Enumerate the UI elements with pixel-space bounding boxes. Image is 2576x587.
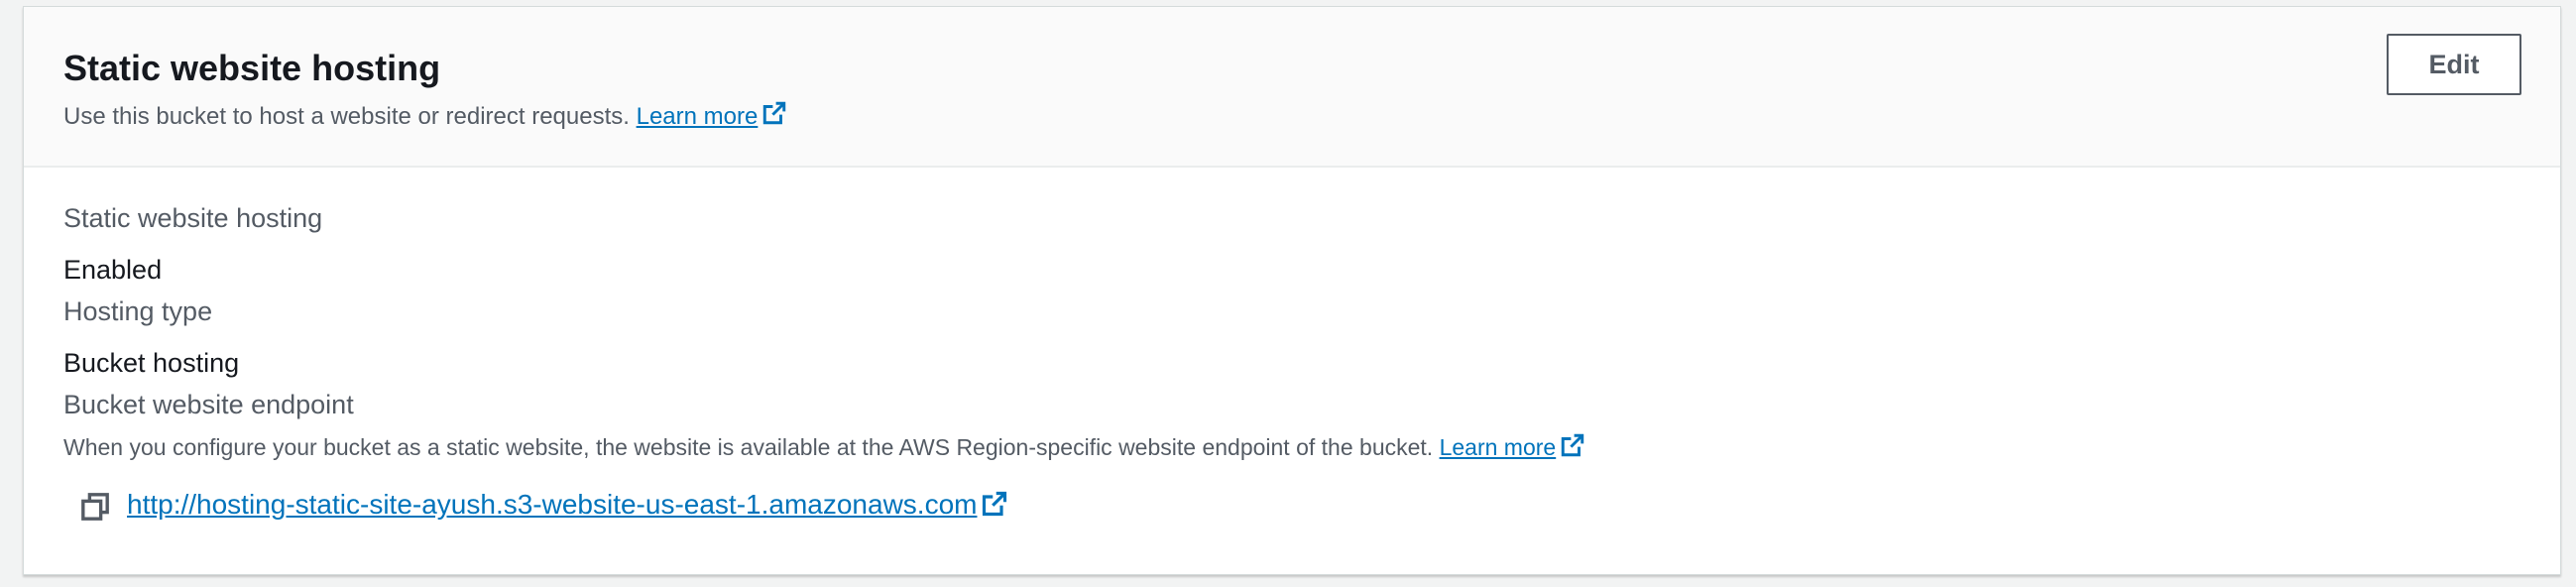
- panel-title: Static website hosting: [63, 48, 441, 88]
- learn-more-label: Learn more: [636, 102, 759, 130]
- endpoint-url: http://hosting-static-site-ayush.s3-webs…: [127, 489, 978, 521]
- hosting-type-value: Bucket hosting: [63, 348, 240, 378]
- endpoint-learn-more-label: Learn more: [1439, 434, 1557, 460]
- hosting-type-label: Hosting type: [63, 296, 213, 326]
- panel-description-text: Use this bucket to host a website or red…: [63, 102, 630, 130]
- static-website-hosting-panel: Static website hosting Use this bucket t…: [23, 6, 2561, 575]
- external-link-icon: [761, 100, 787, 135]
- endpoint-url-link[interactable]: http://hosting-static-site-ayush.s3-webs…: [127, 489, 1008, 524]
- external-link-icon: [981, 490, 1008, 525]
- hosting-label: Static website hosting: [63, 203, 323, 233]
- copy-icon[interactable]: [77, 489, 113, 525]
- edit-button[interactable]: Edit: [2387, 34, 2521, 95]
- panel-header: Static website hosting Use this bucket t…: [24, 7, 2560, 168]
- endpoint-row: http://hosting-static-site-ayush.s3-webs…: [77, 487, 1008, 527]
- external-link-icon: [1560, 432, 1585, 466]
- hosting-value: Enabled: [63, 255, 163, 285]
- endpoint-learn-more-link[interactable]: Learn more: [1439, 433, 1586, 460]
- learn-more-link[interactable]: Learn more: [636, 101, 788, 130]
- endpoint-description-text: When you configure your bucket as a stat…: [63, 434, 1434, 460]
- panel-description: Use this bucket to host a website or red…: [63, 100, 787, 135]
- endpoint-label: Bucket website endpoint: [63, 390, 354, 419]
- endpoint-description: When you configure your bucket as a stat…: [63, 431, 1585, 466]
